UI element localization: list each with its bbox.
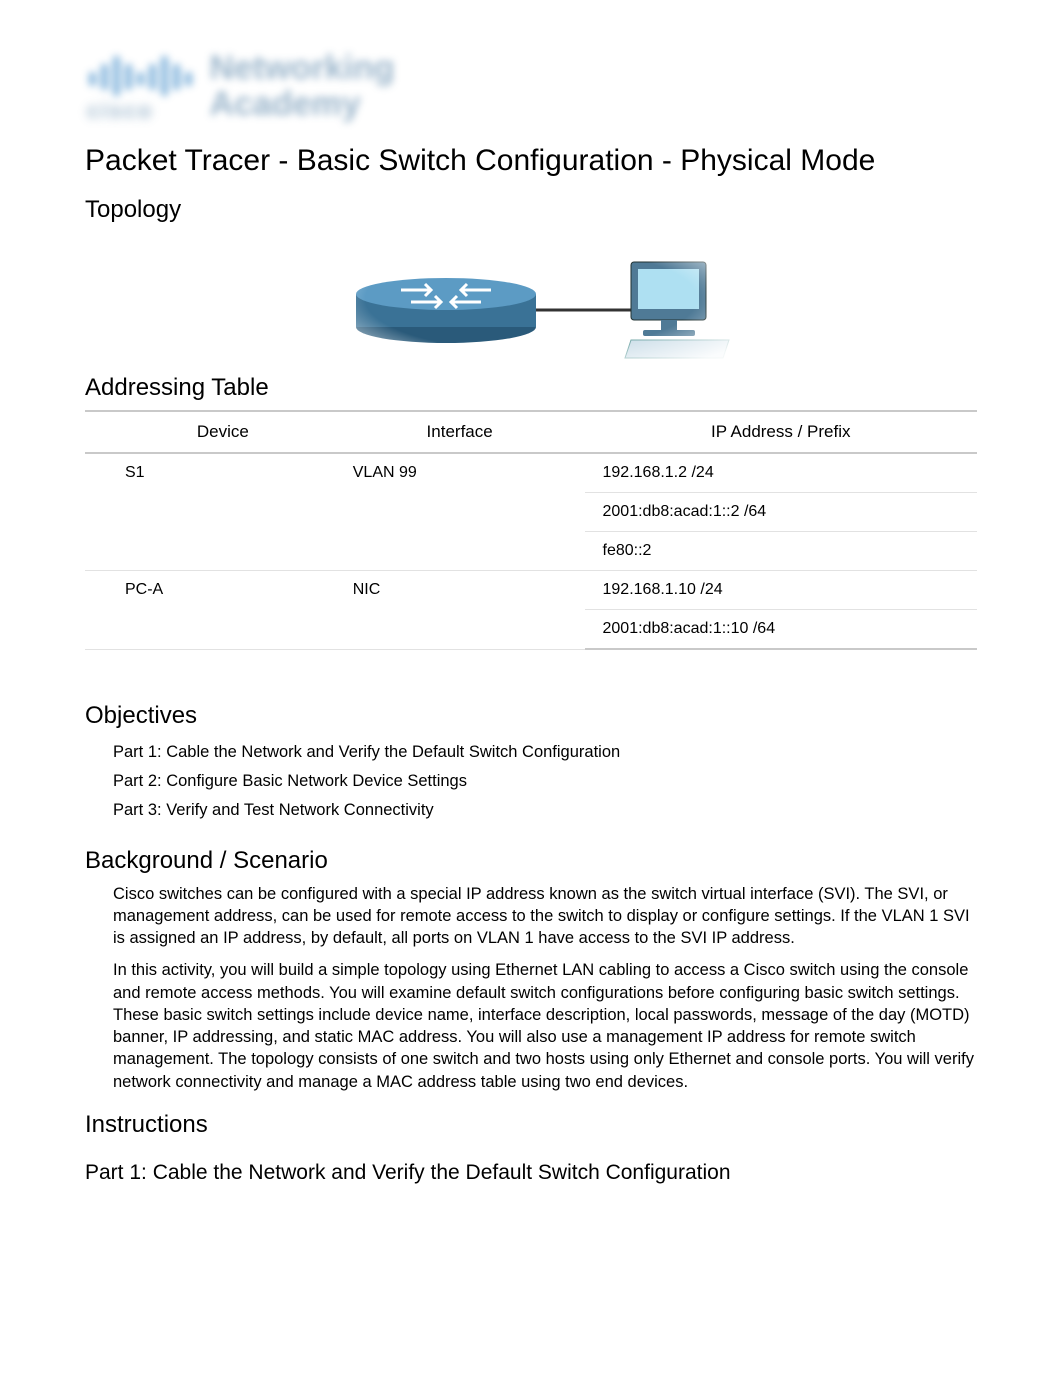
objectives-list: Part 1: Cable the Network and Verify the…: [113, 738, 977, 825]
objective-item: Part 1: Cable the Network and Verify the…: [113, 738, 977, 767]
pc-icon: [625, 262, 729, 358]
heading-addressing-table: Addressing Table: [85, 374, 977, 402]
objective-item: Part 3: Verify and Test Network Connecti…: [113, 796, 977, 825]
background-para-1: Cisco switches can be configured with a …: [113, 883, 977, 950]
cell-ip: 192.168.1.10 /24: [585, 571, 978, 610]
cell-ip: fe80::2: [585, 532, 978, 571]
cell-device: S1: [85, 454, 335, 571]
heading-objectives: Objectives: [85, 702, 977, 730]
brand-text: Networking Academy: [209, 51, 394, 122]
brand-logo: cisco Networking Academy: [85, 50, 977, 124]
col-ip: IP Address / Prefix: [585, 410, 978, 454]
col-device: Device: [85, 410, 335, 454]
cell-interface: NIC: [335, 571, 585, 650]
heading-instructions: Instructions: [85, 1111, 977, 1139]
cisco-wordmark: cisco: [87, 98, 195, 124]
table-row: PC-A NIC 192.168.1.10 /24: [85, 571, 977, 610]
switch-icon: [356, 278, 536, 343]
cell-ip: 192.168.1.2 /24: [585, 454, 978, 493]
cisco-bars-icon: cisco: [85, 50, 195, 124]
objective-item: Part 2: Configure Basic Network Device S…: [113, 767, 977, 796]
cell-device: PC-A: [85, 571, 335, 650]
heading-topology: Topology: [85, 196, 977, 224]
col-interface: Interface: [335, 410, 585, 454]
cell-ip: 2001:db8:acad:1::2 /64: [585, 493, 978, 532]
page-title: Packet Tracer - Basic Switch Configurati…: [85, 144, 977, 178]
table-row: S1 VLAN 99 192.168.1.2 /24: [85, 454, 977, 493]
cell-ip: 2001:db8:acad:1::10 /64: [585, 610, 978, 650]
topology-diagram: [331, 232, 731, 362]
brand-line2: Academy: [209, 87, 394, 123]
background-para-2: In this activity, you will build a simpl…: [113, 959, 977, 1093]
heading-background: Background / Scenario: [85, 847, 977, 875]
heading-part1: Part 1: Cable the Network and Verify the…: [85, 1161, 977, 1185]
cell-interface: VLAN 99: [335, 454, 585, 571]
brand-line1: Networking: [209, 51, 394, 87]
addressing-table: Device Interface IP Address / Prefix S1 …: [85, 410, 977, 650]
table-header-row: Device Interface IP Address / Prefix: [85, 410, 977, 454]
